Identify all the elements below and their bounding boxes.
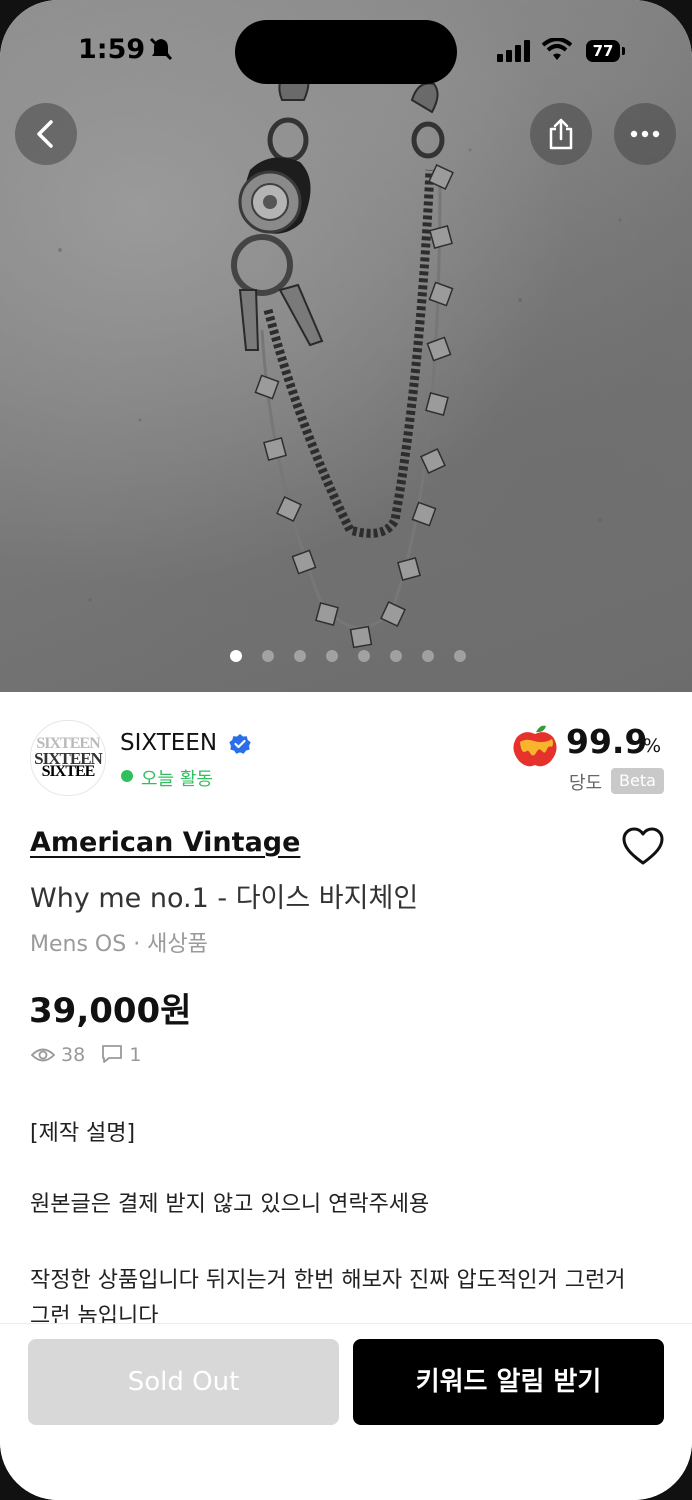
brand-link[interactable]: American Vintage — [30, 827, 300, 858]
carousel-dot[interactable] — [454, 650, 466, 662]
battery-tip — [622, 47, 625, 55]
sweetness-rating-unit: % — [643, 735, 662, 757]
sold-out-button[interactable]: Sold Out — [28, 1339, 339, 1425]
seller-activity-status: 오늘 활동 — [141, 769, 213, 790]
product-stats: 38 1 — [30, 1044, 142, 1066]
product-price: 39,000원 — [29, 991, 192, 1031]
product-meta: Mens OS · 새상품 — [30, 932, 208, 957]
wifi-icon — [542, 38, 572, 60]
status-time: 1:59 — [78, 34, 146, 65]
keyword-alert-button[interactable]: 키워드 알림 받기 — [353, 1339, 664, 1425]
seller-logo-text: SIXTEE — [41, 763, 96, 780]
back-button[interactable] — [15, 103, 77, 165]
verified-badge-icon — [229, 734, 251, 754]
dynamic-island — [235, 20, 457, 84]
carousel-dot[interactable] — [230, 650, 242, 662]
battery-indicator: 77 — [586, 40, 620, 62]
description-line: 원본글은 결제 받지 않고 있으니 연락주세용 — [30, 1192, 430, 1217]
silent-bell-icon — [149, 37, 173, 61]
carousel-dot[interactable] — [294, 650, 306, 662]
comment-count: 1 — [129, 1044, 142, 1066]
view-count: 38 — [61, 1044, 86, 1066]
more-options-button[interactable] — [614, 103, 676, 165]
beta-badge: Beta — [611, 768, 664, 794]
more-icon — [630, 130, 660, 138]
carousel-dot[interactable] — [262, 650, 274, 662]
seller-avatar[interactable]: SIXTEEN SIXTEEN SIXTEE — [30, 720, 106, 796]
eye-icon — [30, 1048, 56, 1062]
share-icon — [549, 118, 573, 150]
heart-icon[interactable] — [621, 827, 665, 867]
sweetness-label: 당도 — [569, 773, 603, 794]
signal-icon — [497, 40, 530, 62]
sweetness-rating-value: 99.9 — [566, 722, 648, 761]
sweetness-apple-icon — [513, 725, 557, 767]
carousel-dot[interactable] — [422, 650, 434, 662]
share-button[interactable] — [530, 103, 592, 165]
description-line: [제작 설명] — [30, 1121, 136, 1146]
chevron-left-icon — [37, 120, 53, 148]
description-line: 작정한 상품입니다 뒤지는거 한번 해보자 진짜 압도적인거 그런거 — [30, 1268, 626, 1293]
carousel-dot[interactable] — [326, 650, 338, 662]
seller-name[interactable]: SIXTEEN — [120, 730, 217, 756]
product-title: Why me no.1 - 다이스 바지체인 — [30, 883, 419, 914]
carousel-dot[interactable] — [358, 650, 370, 662]
product-image-carousel[interactable]: 1:59 77 — [0, 0, 692, 692]
carousel-dot[interactable] — [390, 650, 402, 662]
activity-dot — [121, 770, 133, 782]
status-bar: 1:59 77 — [0, 0, 692, 100]
product-detail-screen: 1:59 77 SIXTEEN SIXTEEN SIXTEE SIXTEEN 오… — [0, 0, 692, 1500]
carousel-page-indicator[interactable] — [0, 650, 692, 664]
product-photo — [58, 69, 622, 649]
comment-icon — [102, 1045, 123, 1063]
